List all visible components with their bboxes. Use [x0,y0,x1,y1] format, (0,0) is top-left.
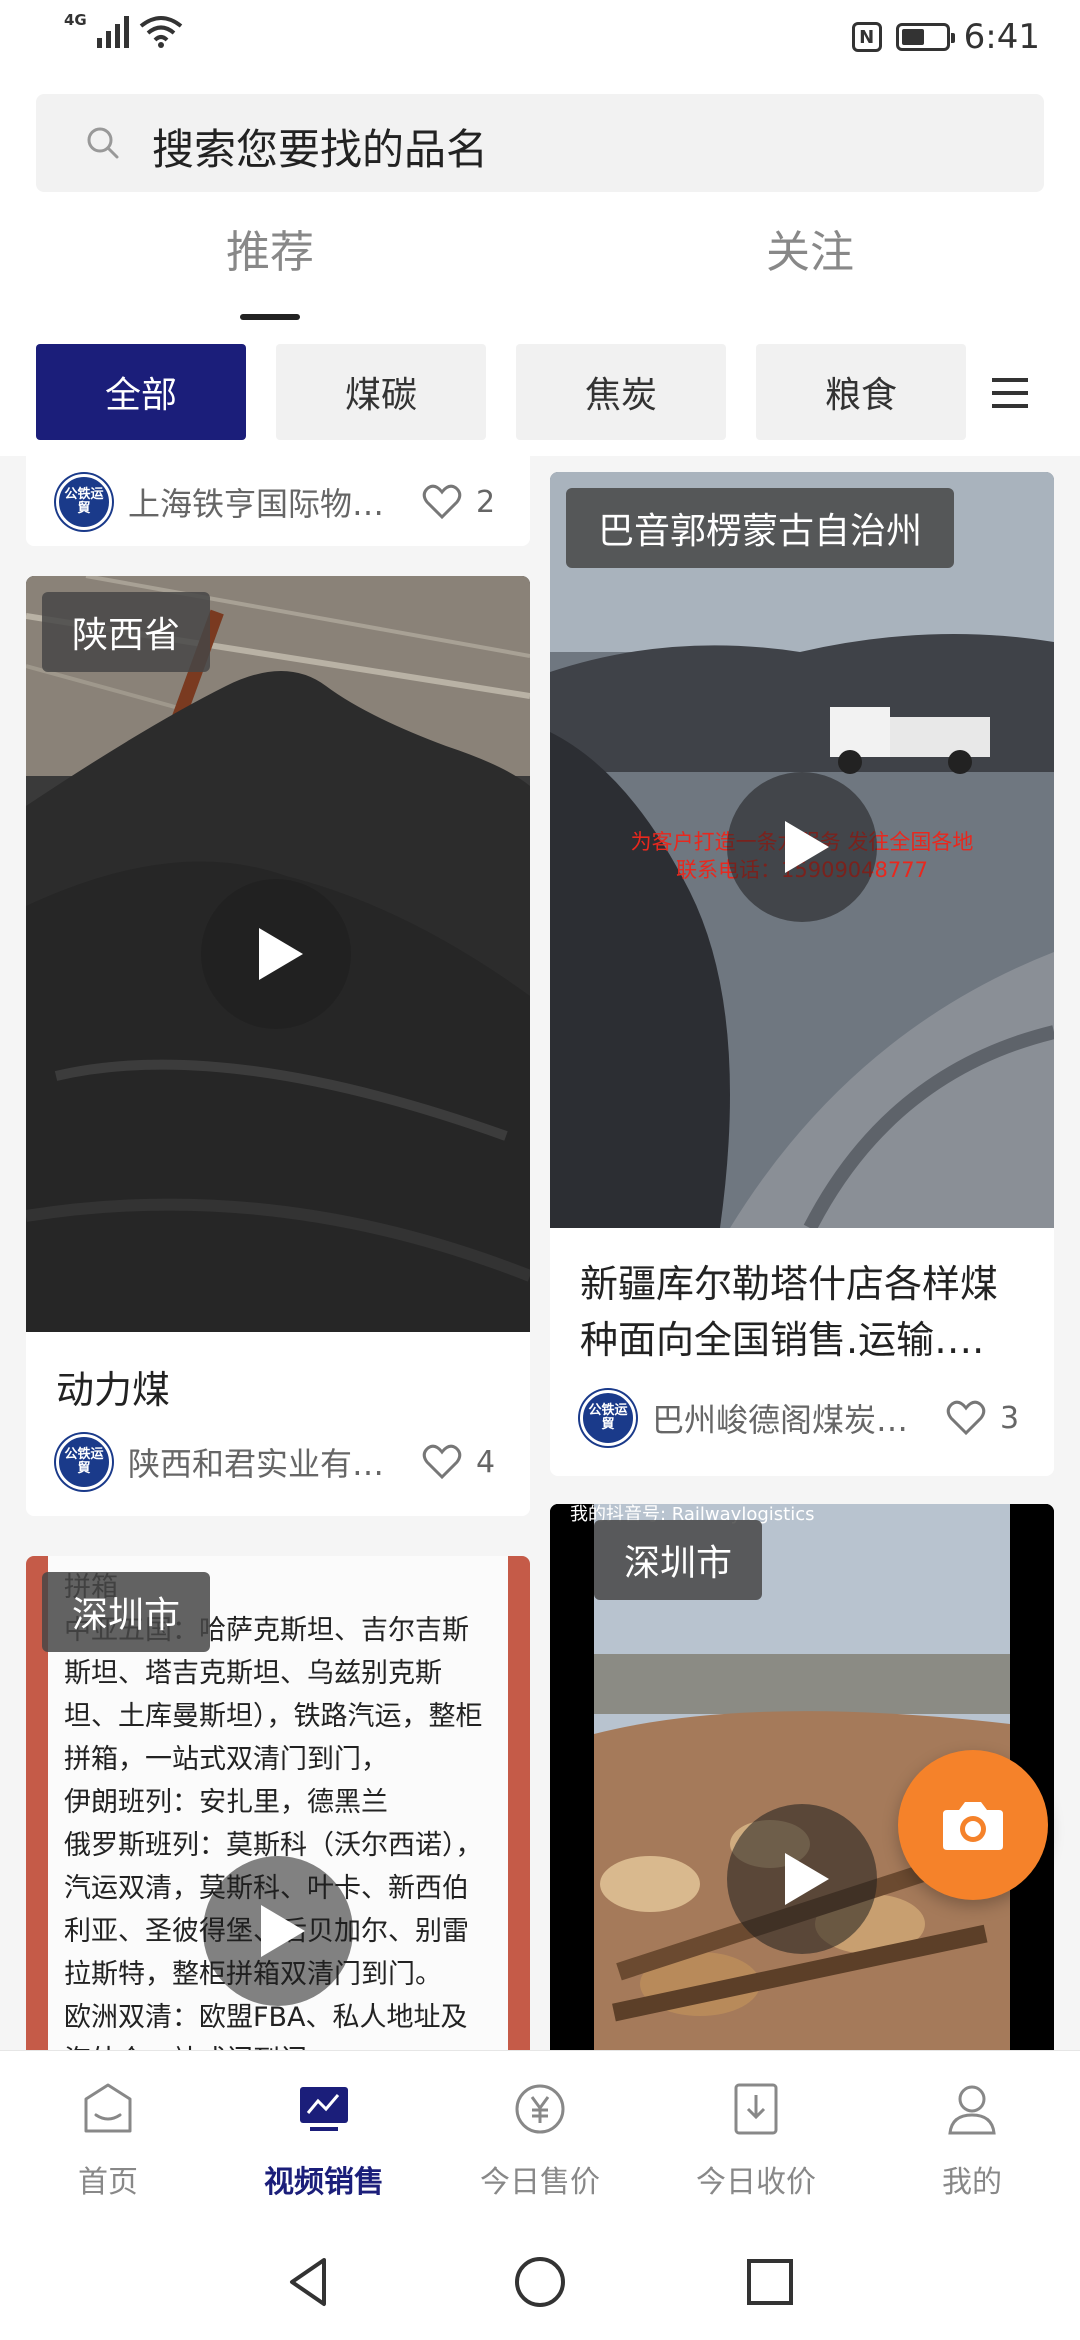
company-name: 巴州峻德阁煤炭… [652,1401,909,1439]
card-meta: 公铁运貿 巴州峻德阁煤炭… 3 [580,1388,1024,1448]
category-grain[interactable]: 粮食 [756,344,966,440]
company-logo: 公铁运貿 [56,474,112,530]
profile-icon [948,2085,996,2135]
like-count: 3 [1000,1400,1020,1436]
home-circle-icon[interactable] [510,2252,570,2312]
location-badge: 深圳市 [594,1520,763,1600]
search-icon [87,127,119,159]
home-icon [84,2083,132,2133]
menu-icon[interactable] [990,376,1030,410]
card-title: 动力煤 [56,1368,171,1412]
nav-label: 视频销售 [264,2165,384,2200]
video-sales-icon [300,2087,348,2131]
play-icon[interactable] [201,879,351,1029]
nav-label: 今日收价 [696,2165,816,2200]
heart-icon[interactable] [946,1400,986,1436]
active-tab-indicator [240,314,300,320]
nav-label: 今日售价 [480,2165,600,2200]
card-meta: 公铁运貿 陕西和君实业有… 4 [56,1432,500,1492]
like-count: 2 [476,484,496,520]
location-badge: 陕西省 [42,592,211,672]
back-icon[interactable] [280,2252,340,2312]
heart-icon[interactable] [422,484,462,520]
bottom-nav: 首页 视频销售 今日售价 今日收价 我的 [0,2050,1080,2226]
status-bar: 4G N 6:41 [0,0,1080,76]
nav-today-sell-price[interactable]: 今日售价 [432,2051,648,2227]
nfc-icon: N [851,22,882,52]
search-input[interactable]: 搜索您要找的品名 [36,94,1044,192]
camera-button[interactable] [898,1750,1048,1900]
header: 搜索您要找的品名 推荐 关注 全部 煤碳 焦炭 粮食 [0,76,1080,456]
like-count: 4 [476,1444,496,1480]
heart-icon[interactable] [422,1444,462,1480]
status-left: 4G [64,11,183,48]
company-logo: 公铁运貿 [56,1434,112,1490]
recents-icon[interactable] [740,2252,800,2312]
video-thumbnail[interactable]: 拼箱 中亚五国：哈萨克斯坦、吉尔吉斯斯坦、塔吉克斯坦、乌兹别克斯坦、土库曼斯坦）… [26,1556,530,2050]
video-card[interactable]: 拼箱 中亚五国：哈萨克斯坦、吉尔吉斯斯坦、塔吉克斯坦、乌兹别克斯坦、土库曼斯坦）… [26,1556,530,2050]
nav-video-sales[interactable]: 视频销售 [216,2051,432,2227]
clock: 6:41 [963,17,1040,57]
category-coal[interactable]: 煤碳 [276,344,486,440]
system-nav-bar [0,2226,1080,2340]
video-thumbnail[interactable]: 巴音郭楞蒙古自治州 为客户打造一条龙服务 发往全国各地 联系电话：1590904… [550,472,1054,1228]
network-type: 4G [64,11,87,29]
company-name: 上海铁亨国际物… [128,485,385,523]
status-right: N 6:41 [851,14,1040,60]
play-icon[interactable] [727,772,877,922]
play-icon[interactable] [727,1804,877,1954]
company-name: 陕西和君实业有… [128,1445,385,1483]
card-meta: 公铁运貿 上海铁亨国际物… 2 [56,472,500,532]
card-title: 新疆库尔勒塔什店各样煤种面向全国销售.运输…. [580,1262,999,1362]
category-all[interactable]: 全部 [36,344,246,440]
wifi-icon [139,16,182,48]
video-card[interactable]: 巴音郭楞蒙古自治州 为客户打造一条龙服务 发往全国各地 联系电话：1590904… [550,472,1054,1476]
battery-icon [895,23,955,51]
nav-home[interactable]: 首页 [0,2051,216,2227]
signal-icon [96,14,129,48]
camera-icon [943,1802,1003,1850]
search-placeholder: 搜索您要找的品名 [152,125,489,174]
video-card[interactable]: 陕西省 动力煤 公铁运貿 陕西和君实业有… 4 [26,576,530,1516]
video-thumbnail[interactable]: 陕西省 [26,576,530,1332]
location-badge: 深圳市 [42,1572,211,1652]
yuan-price-icon [515,2084,565,2134]
play-icon[interactable] [203,1856,353,2006]
tab-recommend[interactable]: 推荐 [120,216,420,280]
nav-today-buy-price[interactable]: 今日收价 [648,2051,864,2227]
category-coke[interactable]: 焦炭 [516,344,726,440]
nav-label: 首页 [78,2165,138,2200]
nav-label: 我的 [942,2165,1002,2200]
tab-follow[interactable]: 关注 [660,216,960,280]
video-card[interactable]: 公铁运貿 上海铁亨国际物… 2 [26,456,530,546]
company-logo: 公铁运貿 [580,1390,636,1446]
download-price-icon [734,2083,778,2135]
nav-profile[interactable]: 我的 [864,2051,1080,2227]
location-badge: 巴音郭楞蒙古自治州 [566,488,955,568]
